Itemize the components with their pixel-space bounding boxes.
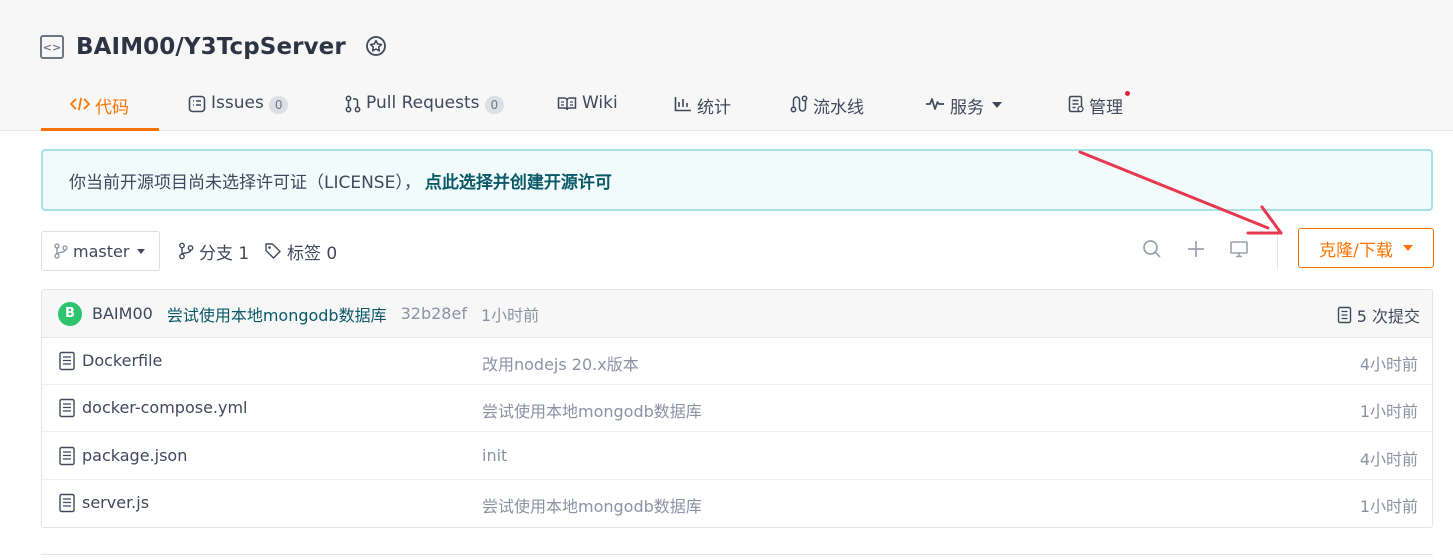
pipeline-icon	[790, 93, 808, 115]
branch-icon	[54, 243, 68, 259]
code-icon: <>	[40, 35, 64, 59]
tab-pipeline-label: 流水线	[813, 98, 864, 118]
notification-dot	[1125, 91, 1130, 96]
file-icon	[59, 398, 75, 418]
next-section-edge	[41, 554, 1433, 560]
pull-requests-count-badge: 0	[484, 96, 505, 114]
plus-icon[interactable]	[1185, 238, 1207, 260]
tab-pipeline[interactable]: 流水线	[790, 84, 864, 131]
bar-chart-icon	[674, 93, 692, 115]
license-notice-text: 你当前开源项目尚未选择许可证（LICENSE），	[69, 172, 421, 193]
latest-commit-bar: B BAIM00 尝试使用本地mongodb数据库 32b28ef 1小时前 5…	[42, 290, 1432, 338]
file-name[interactable]: Dockerfile	[82, 351, 162, 370]
file-row[interactable]: Dockerfile 改用nodejs 20.x版本 4小时前	[42, 338, 1432, 385]
avatar[interactable]: B	[58, 301, 82, 326]
tab-pull-requests-label: Pull Requests	[366, 93, 480, 113]
monitor-icon[interactable]	[1228, 238, 1250, 260]
chevron-down-icon	[1402, 245, 1413, 251]
tab-pull-requests[interactable]: Pull Requests 0	[345, 84, 505, 131]
file-row[interactable]: docker-compose.yml 尝试使用本地mongodb数据库 1小时前	[42, 385, 1432, 432]
file-name[interactable]: package.json	[82, 446, 187, 465]
clone-download-label: 克隆/下载	[1319, 240, 1393, 261]
file-icon	[59, 351, 75, 371]
file-icon	[59, 493, 75, 513]
file-commit-time: 4小时前	[1359, 355, 1418, 374]
license-notice: 你当前开源项目尚未选择许可证（LICENSE）， 点此选择并创建开源许可	[41, 149, 1433, 211]
pull-request-icon	[345, 93, 361, 115]
file-commit-time: 4小时前	[1359, 450, 1418, 469]
create-license-link[interactable]: 点此选择并创建开源许可	[425, 168, 612, 193]
tag-count: 标签 0	[287, 243, 338, 264]
clone-download-button[interactable]: 克隆/下载	[1298, 228, 1434, 268]
branch-name: master	[73, 241, 130, 261]
commit-count-link[interactable]: 5 次提交	[1337, 303, 1420, 327]
search-icon[interactable]	[1141, 238, 1163, 260]
chevron-down-icon	[992, 102, 1002, 108]
tab-issues-label: Issues	[211, 93, 264, 113]
commit-time: 1小时前	[480, 305, 540, 325]
file-icon	[59, 446, 75, 466]
tag-icon	[264, 242, 282, 260]
pulse-icon	[925, 93, 945, 115]
file-name[interactable]: server.js	[82, 493, 149, 512]
commit-hash[interactable]: 32b28ef	[401, 304, 467, 323]
commit-count: 5 次提交	[1356, 307, 1420, 326]
issues-count-badge: 0	[268, 96, 289, 114]
tab-services[interactable]: 服务	[925, 84, 1002, 131]
branch-icon	[178, 242, 194, 260]
branch-select[interactable]: master	[41, 231, 160, 271]
book-icon	[557, 93, 577, 115]
tab-issues[interactable]: Issues 0	[188, 84, 289, 131]
tag-count-link[interactable]: 标签 0	[264, 240, 338, 264]
file-commit-message[interactable]: 改用nodejs 20.x版本	[482, 351, 639, 375]
tab-stats[interactable]: 统计	[674, 84, 731, 131]
award-badge-icon[interactable]	[364, 35, 388, 59]
tab-code[interactable]: 代码	[41, 84, 159, 131]
branch-count: 分支 1	[199, 243, 250, 264]
commit-author[interactable]: BAIM00	[92, 304, 153, 323]
repo-title[interactable]: BAIM00/Y3TcpServer	[76, 34, 346, 60]
branch-count-link[interactable]: 分支 1	[178, 240, 250, 264]
tab-code-label: 代码	[95, 98, 129, 118]
manage-icon	[1068, 93, 1084, 115]
tab-wiki[interactable]: Wiki	[557, 84, 618, 131]
commit-message[interactable]: 尝试使用本地mongodb数据库	[167, 302, 387, 326]
file-commit-message[interactable]: init	[482, 446, 507, 465]
tab-manage-label: 管理	[1089, 98, 1123, 118]
tab-manage[interactable]: 管理	[1068, 84, 1130, 131]
file-name[interactable]: docker-compose.yml	[82, 398, 248, 417]
issues-icon	[188, 93, 206, 115]
commits-icon	[1337, 306, 1352, 324]
file-commit-time: 1小时前	[1359, 497, 1418, 516]
file-row[interactable]: server.js 尝试使用本地mongodb数据库 1小时前	[42, 480, 1432, 527]
file-commit-message[interactable]: 尝试使用本地mongodb数据库	[482, 398, 702, 422]
file-commit-time: 1小时前	[1359, 402, 1418, 421]
toolbar-divider	[1277, 230, 1278, 270]
file-row[interactable]: package.json init 4小时前	[42, 433, 1432, 480]
repo-title-bar: <> BAIM00/Y3TcpServer	[40, 30, 388, 64]
file-list: B BAIM00 尝试使用本地mongodb数据库 32b28ef 1小时前 5…	[41, 289, 1433, 528]
code-tab-icon	[70, 93, 90, 115]
tab-services-label: 服务	[950, 98, 984, 118]
file-commit-message[interactable]: 尝试使用本地mongodb数据库	[482, 493, 702, 517]
tab-wiki-label: Wiki	[582, 93, 618, 113]
tab-stats-label: 统计	[697, 98, 731, 118]
chevron-down-icon	[137, 248, 146, 254]
